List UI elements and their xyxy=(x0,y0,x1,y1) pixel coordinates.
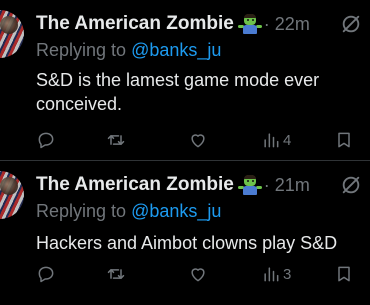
timestamp[interactable]: · 22m xyxy=(264,14,310,35)
reply-button[interactable] xyxy=(36,263,56,285)
reply-handle-link[interactable]: @banks_ju xyxy=(131,201,221,221)
views-icon xyxy=(264,133,279,148)
reply-icon xyxy=(38,132,54,149)
views-count: 3 xyxy=(283,265,292,283)
replying-to: Replying to @banks_ju xyxy=(36,40,221,61)
action-bar: 3 xyxy=(36,263,361,287)
replying-to: Replying to @banks_ju xyxy=(36,201,221,222)
tweet-header: The American Zombie · 21m xyxy=(36,173,366,197)
author-name[interactable]: The American Zombie xyxy=(36,174,234,196)
views-icon xyxy=(264,267,279,282)
author-name[interactable]: The American Zombie xyxy=(36,13,234,35)
reply-handle-link[interactable]: @banks_ju xyxy=(131,40,221,60)
avatar[interactable] xyxy=(0,10,24,58)
retweet-icon xyxy=(107,135,125,145)
retweet-button[interactable] xyxy=(106,263,126,285)
replying-to-label: Replying to xyxy=(36,201,132,221)
tweet-1[interactable]: The American Zombie · 22m Replying to @b… xyxy=(0,0,370,160)
retweet-icon xyxy=(107,269,125,279)
action-bar: 4 xyxy=(36,129,361,153)
like-icon xyxy=(191,268,205,282)
views-button[interactable]: 4 xyxy=(261,129,291,151)
like-button[interactable] xyxy=(188,129,208,151)
bookmark-button[interactable] xyxy=(334,263,354,285)
tweet-header: The American Zombie · 22m xyxy=(36,12,366,36)
views-button[interactable]: 3 xyxy=(261,263,291,285)
bookmark-button[interactable] xyxy=(334,129,354,151)
tweet-2[interactable]: The American Zombie · 21m Replying to @b… xyxy=(0,161,370,305)
like-button[interactable] xyxy=(188,263,208,285)
reply-icon xyxy=(38,266,54,283)
avatar[interactable] xyxy=(0,171,24,219)
tweet-text: Hackers and Aimbot clowns play S&D xyxy=(36,233,338,253)
mute-icon[interactable] xyxy=(340,13,362,35)
views-count: 4 xyxy=(283,131,292,149)
bookmark-icon xyxy=(338,266,350,282)
reply-button[interactable] xyxy=(36,129,56,151)
timestamp[interactable]: · 21m xyxy=(264,175,310,196)
bookmark-icon xyxy=(338,132,350,148)
mute-icon[interactable] xyxy=(340,174,362,196)
like-icon xyxy=(191,134,205,148)
zombie-emoji-icon xyxy=(237,175,262,195)
zombie-emoji-icon xyxy=(237,14,262,34)
replying-to-label: Replying to xyxy=(36,40,132,60)
retweet-button[interactable] xyxy=(106,129,126,151)
tweet-text: S&D is the lamest game mode ever conceiv… xyxy=(36,70,320,114)
